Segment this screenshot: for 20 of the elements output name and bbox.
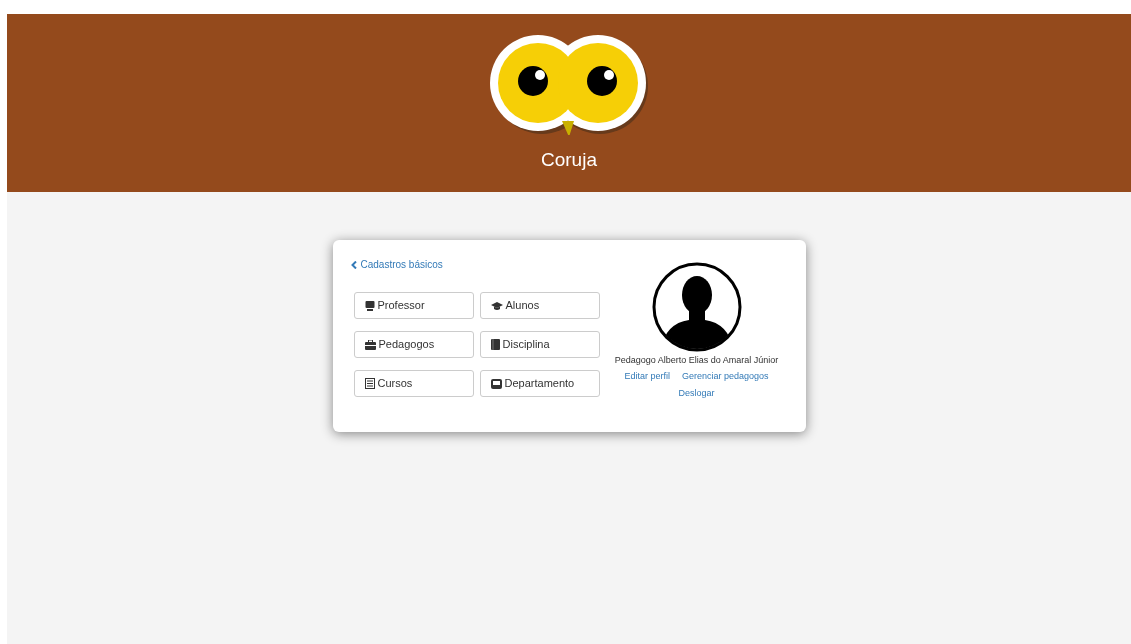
chevron-left-icon <box>350 260 357 269</box>
list-icon <box>364 378 375 389</box>
profile-link[interactable]: Editar perfil <box>624 369 670 383</box>
menu-button[interactable]: Alunos <box>479 292 600 319</box>
briefcase-icon <box>364 339 376 350</box>
profile-link[interactable]: Gerenciar pedagogos <box>682 369 769 383</box>
menu-button[interactable]: Departamento <box>479 370 600 397</box>
avatar-silhouette-icon <box>651 262 742 352</box>
menu-button[interactable]: Cursos <box>353 370 474 397</box>
back-link[interactable]: Cadastros básicos <box>350 257 606 272</box>
graduation-cap-icon <box>490 300 503 311</box>
menu-button[interactable]: Disciplina <box>479 331 600 358</box>
monitor-icon <box>364 300 375 311</box>
inbox-icon <box>490 378 502 389</box>
profile-name: Pedagogo Alberto Elias do Amaral Júnior <box>614 354 779 367</box>
app-title: Coruja <box>541 148 597 172</box>
menu-button[interactable]: Professor <box>353 292 474 319</box>
profile-link[interactable]: Deslogar <box>678 387 715 401</box>
menu-button[interactable]: Pedagogos <box>353 331 474 358</box>
book-icon <box>490 339 500 350</box>
